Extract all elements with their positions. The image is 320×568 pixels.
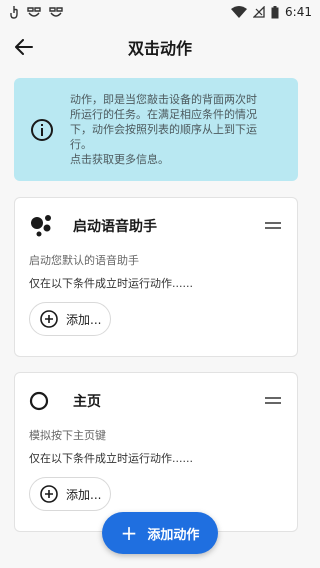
info-banner[interactable]: 动作，即是当您敲击设备的背面两次时 所运行的任务。在满足相应条件的情况 下，动作… bbox=[14, 78, 298, 181]
status-time: 6:41 bbox=[285, 5, 312, 19]
add-circle-icon bbox=[40, 485, 58, 503]
info-icon bbox=[30, 118, 54, 142]
battery-icon bbox=[271, 5, 279, 18]
card-header: 主页 bbox=[15, 373, 297, 429]
drag-handle-icon[interactable] bbox=[265, 397, 281, 405]
info-text-line: 动作，即是当您敲击设备的背面两次时 bbox=[70, 93, 257, 106]
card-condition-label: 仅在以下条件成立时运行动作...... bbox=[29, 452, 193, 465]
page-title: 双击动作 bbox=[127, 39, 192, 58]
card-condition-label: 仅在以下条件成立时运行动作...... bbox=[29, 277, 193, 290]
card-title: 主页 bbox=[73, 394, 101, 410]
info-link-text: 点击获取更多信息。 bbox=[70, 153, 169, 166]
add-condition-label: 添加... bbox=[66, 312, 102, 327]
card-header: 启动语音助手 bbox=[15, 198, 297, 254]
card-title: 启动语音助手 bbox=[73, 219, 157, 235]
circle-icon bbox=[29, 391, 49, 411]
add-action-fab[interactable]: + 添加动作 bbox=[102, 512, 218, 554]
wifi-icon bbox=[231, 6, 248, 18]
hand-icon bbox=[10, 6, 18, 19]
add-condition-button[interactable]: 添加... bbox=[29, 477, 111, 511]
notification-icon bbox=[27, 7, 41, 17]
card-description: 启动您默认的语音助手 bbox=[29, 254, 139, 267]
notification-icon bbox=[49, 7, 63, 17]
status-bar: 6:41 bbox=[0, 0, 320, 24]
status-left-icons bbox=[10, 5, 64, 19]
app-bar: 双击动作 bbox=[0, 24, 320, 70]
add-condition-button[interactable]: 添加... bbox=[29, 302, 111, 336]
status-right-icons: 6:41 bbox=[231, 5, 312, 19]
info-text-line: 下，动作会按照列表的顺序从上到下运 bbox=[70, 123, 257, 136]
card-description: 模拟按下主页键 bbox=[29, 429, 106, 442]
no-signal-icon bbox=[253, 6, 265, 18]
action-card-voice-assistant[interactable]: 启动语音助手 启动您默认的语音助手 仅在以下条件成立时运行动作...... 添加… bbox=[14, 197, 298, 357]
drag-handle-icon[interactable] bbox=[265, 222, 281, 230]
info-text-line: 行。 bbox=[70, 138, 92, 151]
info-text-line: 所运行的任务。在满足相应条件的情况 bbox=[70, 108, 257, 121]
info-text: 动作，即是当您敲击设备的背面两次时 所运行的任务。在满足相应条件的情况 下，动作… bbox=[70, 92, 292, 167]
assistant-icon bbox=[31, 215, 51, 237]
plus-icon: + bbox=[120, 521, 138, 545]
add-condition-label: 添加... bbox=[66, 487, 102, 502]
add-action-label: 添加动作 bbox=[147, 527, 200, 543]
action-card-home[interactable]: 主页 模拟按下主页键 仅在以下条件成立时运行动作...... 添加... bbox=[14, 372, 298, 532]
add-circle-icon bbox=[40, 310, 58, 328]
